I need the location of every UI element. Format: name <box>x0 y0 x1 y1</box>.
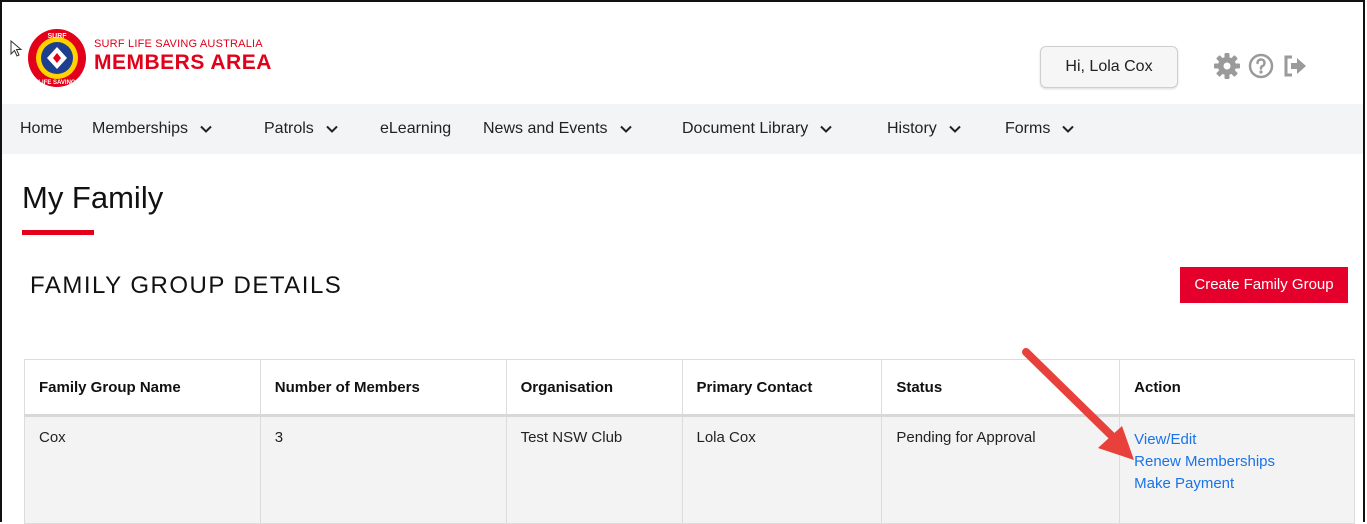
section-title: FAMILY GROUP DETAILS <box>30 272 343 299</box>
main-nav: Home Memberships Patrols eLearning News … <box>2 104 1363 154</box>
family-group-name-cell: Cox <box>24 415 261 524</box>
chevron-down-icon <box>820 125 832 133</box>
nav-item-home[interactable]: Home <box>20 104 63 154</box>
chevron-down-icon <box>1062 125 1075 133</box>
title-underline <box>22 230 94 235</box>
surf-life-saving-logo[interactable]: SURF LIFE SAVING <box>26 27 88 89</box>
chevron-down-icon <box>200 125 212 133</box>
nav-item-forms[interactable]: Forms <box>1005 104 1075 154</box>
gear-icon[interactable] <box>1212 51 1242 81</box>
nav-item-document-library[interactable]: Document Library <box>682 104 832 154</box>
logout-icon[interactable] <box>1280 51 1310 81</box>
nav-item-label: Memberships <box>92 120 189 137</box>
table-row: Cox 3 Test NSW Club Lola Cox Pending for… <box>24 415 1355 524</box>
create-family-group-button[interactable]: Create Family Group <box>1180 267 1348 303</box>
site-header: SURF LIFE SAVING SURF LIFE SAVING AUSTRA… <box>2 2 1363 104</box>
column-header: Action <box>1119 359 1355 417</box>
page-title: My Family <box>22 180 164 215</box>
action-cell: View/Edit Renew Memberships Make Payment <box>1119 415 1355 524</box>
nav-item-label: History <box>887 120 937 137</box>
member-count-cell: 3 <box>259 415 507 524</box>
make-payment-link[interactable]: Make Payment <box>1134 473 1340 495</box>
column-header: Family Group Name <box>24 359 261 417</box>
help-circle-icon[interactable] <box>1246 51 1276 81</box>
nav-item-elearning[interactable]: eLearning <box>380 104 451 154</box>
nav-item-patrols[interactable]: Patrols <box>264 104 338 154</box>
column-header: Number of Members <box>259 359 507 417</box>
nav-item-memberships[interactable]: Memberships <box>92 104 212 154</box>
user-greeting-button[interactable]: Hi, Lola Cox <box>1040 46 1178 88</box>
column-header: Status <box>881 359 1121 417</box>
brand-title[interactable]: MEMBERS AREA <box>94 51 272 75</box>
nav-item-label: News and Events <box>483 120 608 137</box>
family-group-table: Family Group Name Number of Members Orga… <box>24 359 1355 524</box>
brand-subtitle: SURF LIFE SAVING AUSTRALIA <box>94 38 263 50</box>
renew-memberships-link[interactable]: Renew Memberships <box>1134 451 1340 473</box>
nav-item-label: Home <box>20 120 63 137</box>
svg-text:LIFE SAVING: LIFE SAVING <box>38 80 76 86</box>
chevron-down-icon <box>619 125 632 133</box>
view-edit-link[interactable]: View/Edit <box>1134 429 1340 451</box>
nav-item-label: Patrols <box>264 120 314 137</box>
nav-item-label: Document Library <box>682 120 809 137</box>
table-header-row: Family Group Name Number of Members Orga… <box>24 359 1355 417</box>
nav-item-news-and-events[interactable]: News and Events <box>483 104 632 154</box>
nav-item-label: eLearning <box>380 120 452 137</box>
svg-text:SURF: SURF <box>47 33 67 40</box>
nav-item-label: Forms <box>1005 120 1051 137</box>
status-cell: Pending for Approval <box>881 415 1121 524</box>
organisation-cell: Test NSW Club <box>505 415 683 524</box>
primary-contact-cell: Lola Cox <box>681 415 883 524</box>
column-header: Organisation <box>505 359 683 417</box>
chevron-down-icon <box>326 125 338 133</box>
mouse-cursor-icon <box>10 40 23 57</box>
chevron-down-icon <box>949 125 961 133</box>
column-header: Primary Contact <box>681 359 883 417</box>
nav-item-history[interactable]: History <box>887 104 961 154</box>
